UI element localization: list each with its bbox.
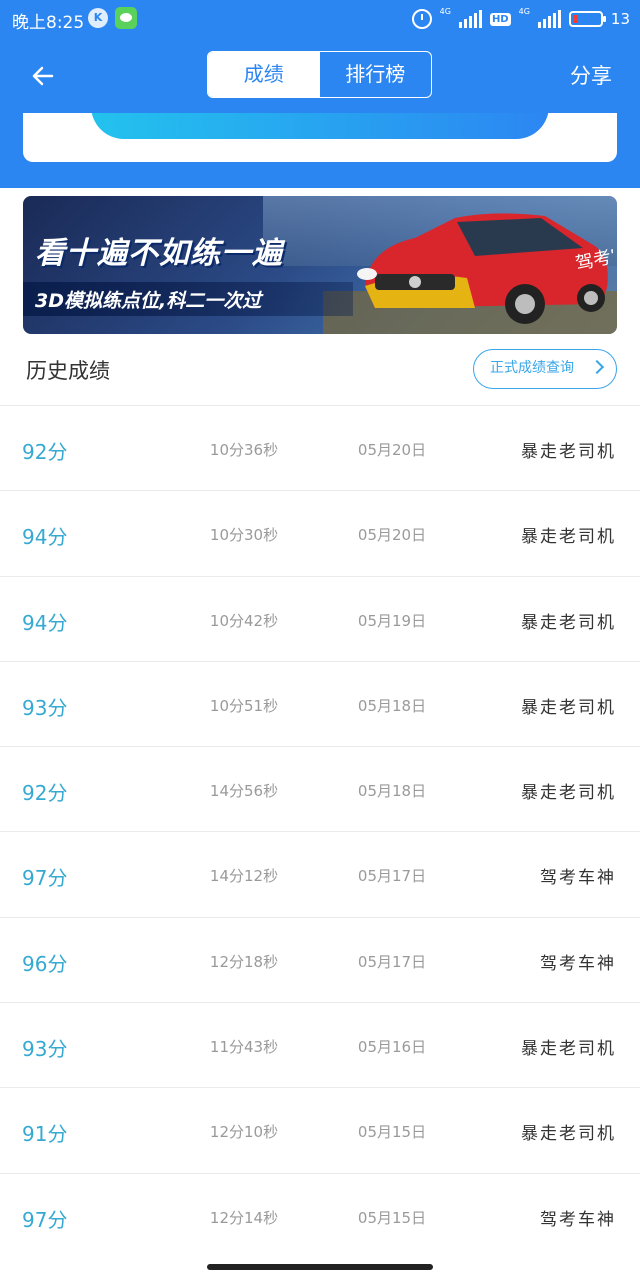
row-duration: 10分51秒 (209, 696, 279, 715)
header: 晚上8:25 K 4G HD 4G 13 成绩 排行榜 分享 (0, 0, 640, 188)
row-user: 驾考车神 (540, 953, 616, 974)
battery-icon (568, 11, 606, 27)
score-list: 92分 10分36秒 05月20日 暴走老司机 94分 10分30秒 05月20日 暴走老司机… (0, 405, 640, 1258)
row-score: 92分 (22, 781, 68, 806)
arrow-left-icon (32, 66, 54, 86)
row-date: 05月17日 (357, 867, 427, 886)
battery-level: 13 (610, 10, 630, 28)
chat-notification-icon (115, 7, 137, 29)
row-user: 暴走老司机 (521, 1039, 616, 1060)
car-image: 驾考宝典 (357, 213, 613, 324)
tab-switcher: 成绩 排行榜 (207, 51, 432, 98)
row-user: 驾考车神 (540, 1209, 616, 1230)
row-score: 91分 (22, 1122, 68, 1147)
row-date: 05月18日 (357, 696, 427, 715)
row-date: 05月20日 (357, 441, 427, 459)
official-score-query-button[interactable]: 正式成绩查询 (473, 349, 617, 389)
hd-icon: HD (489, 12, 511, 26)
row-duration: 12分10秒 (209, 1123, 279, 1142)
row-score: 93分 (22, 695, 68, 720)
score-row[interactable]: 97分 12分14秒 05月15日 驾考车神 (0, 1172, 640, 1258)
row-user: 暴走老司机 (521, 783, 616, 804)
status-bar: 晚上8:25 K 4G HD 4G 13 (0, 0, 640, 38)
row-score: 97分 (22, 866, 68, 891)
row-user: 暴走老司机 (521, 697, 616, 718)
row-date: 05月19日 (357, 611, 427, 630)
status-indicators: 4G HD 4G 13 (411, 7, 630, 31)
row-duration: 11分43秒 (209, 1038, 279, 1057)
banner-headline: 看十遍不如练一遍 (35, 236, 283, 271)
row-score: 97分 (22, 1207, 68, 1232)
score-row[interactable]: 96分 12分18秒 05月17日 驾考车神 (0, 916, 640, 1002)
summary-card (23, 113, 617, 162)
row-user: 驾考车神 (540, 868, 616, 889)
tab-scores[interactable]: 成绩 (208, 52, 320, 97)
promo-banner[interactable]: 看十遍不如练一遍 3D模拟练点位,科二一次过 驾考宝典 (23, 196, 617, 334)
score-row[interactable]: 92分 14分56秒 05月18日 暴走老司机 (0, 746, 640, 831)
k-app-icon: K (88, 8, 108, 28)
row-date: 05月15日 (357, 1123, 427, 1142)
row-date: 05月17日 (357, 952, 427, 971)
alarm-icon (411, 9, 432, 29)
banner-subline: 3D模拟练点位,科二一次过 (35, 290, 262, 312)
back-button[interactable] (26, 58, 62, 94)
row-user: 暴走老司机 (521, 442, 616, 462)
signal-icon-2 (537, 10, 561, 28)
row-user: 暴走老司机 (521, 612, 616, 633)
score-row[interactable]: 92分 10分36秒 05月20日 暴走老司机 (0, 405, 640, 490)
summary-gradient-bar (91, 113, 549, 139)
row-user: 暴走老司机 (521, 527, 616, 548)
network-type-label: 4G (439, 7, 451, 16)
row-duration: 10分42秒 (209, 611, 279, 630)
row-user: 暴走老司机 (521, 1124, 616, 1145)
row-score: 96分 (22, 951, 68, 976)
status-time: 晚上8:25 (12, 13, 85, 33)
row-score: 92分 (22, 440, 68, 464)
score-row[interactable]: 97分 14分12秒 05月17日 驾考车神 (0, 831, 640, 916)
score-row[interactable]: 94分 10分42秒 05月19日 暴走老司机 (0, 575, 640, 661)
network-type-label-2: 4G (518, 7, 530, 16)
row-date: 05月20日 (357, 526, 427, 545)
chevron-right-icon (589, 359, 605, 375)
row-duration: 12分18秒 (209, 952, 279, 971)
signal-icon (458, 10, 482, 28)
row-date: 05月15日 (357, 1208, 427, 1227)
score-row[interactable]: 93分 10分51秒 05月18日 暴走老司机 (0, 660, 640, 746)
official-score-query-label: 正式成绩查询 (490, 360, 574, 376)
share-button[interactable]: 分享 (570, 60, 612, 90)
row-date: 05月18日 (357, 782, 427, 801)
row-duration: 14分56秒 (209, 782, 279, 801)
row-score: 94分 (22, 610, 68, 635)
score-row[interactable]: 91分 12分10秒 05月15日 暴走老司机 (0, 1087, 640, 1172)
row-duration: 10分30秒 (209, 526, 279, 545)
row-score: 94分 (22, 525, 68, 550)
row-duration: 14分12秒 (209, 867, 279, 886)
history-title: 历史成绩 (26, 359, 110, 383)
row-date: 05月16日 (357, 1038, 427, 1057)
home-indicator (207, 1264, 433, 1270)
tab-leaderboard[interactable]: 排行榜 (320, 52, 432, 97)
row-duration: 10分36秒 (209, 441, 279, 459)
score-row[interactable]: 93分 11分43秒 05月16日 暴走老司机 (0, 1002, 640, 1087)
row-duration: 12分14秒 (209, 1208, 279, 1227)
row-score: 93分 (22, 1037, 68, 1062)
score-row[interactable]: 94分 10分30秒 05月20日 暴走老司机 (0, 490, 640, 575)
